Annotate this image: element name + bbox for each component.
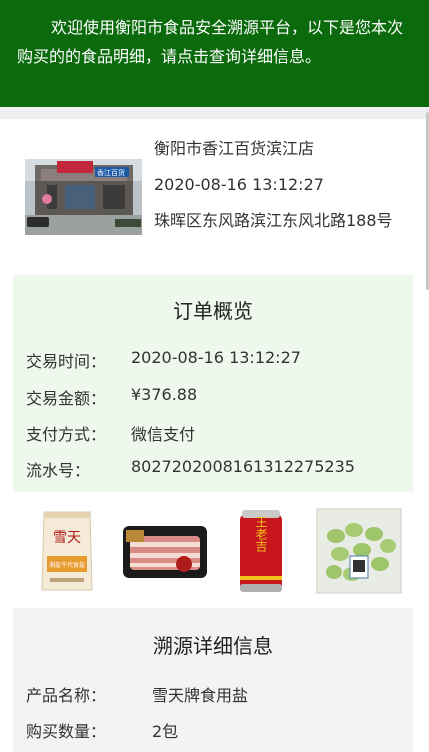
can-label: 王老吉 [254, 516, 268, 553]
welcome-text: 欢迎使用衡阳市食品安全溯源平台，以下是您本次购买的的食品明细，请点击查询详细信息… [17, 18, 404, 66]
order-payment-value: 微信支付 [131, 425, 196, 444]
welcome-banner: 欢迎使用衡阳市食品安全溯源平台，以下是您本次购买的的食品明细，请点击查询详细信息… [0, 0, 429, 107]
store-address: 珠晖区东风路滨江东风北路188号 [154, 211, 393, 230]
product-thumb-wanglaoji[interactable]: 王老吉 [238, 508, 284, 594]
order-amount-label: 交易金额： [26, 389, 107, 408]
can-icon: 王老吉 [240, 510, 282, 592]
edamame-pack-icon [316, 508, 402, 594]
order-serial-label: 流水号： [26, 461, 91, 480]
order-amount-value: ¥376.88 [131, 385, 198, 404]
product-thumbnails: 雪天 湘盐牛代食盐 王老吉 [0, 500, 429, 602]
store-sign-text: 香江百货 [97, 168, 125, 177]
store-name: 衡阳市香江百货滨江店 [154, 139, 315, 158]
store-photo: 香江百货 [25, 159, 142, 235]
order-serial-value: 8027202008161312275235 [131, 457, 355, 476]
trace-quantity-label: 购买数量： [26, 722, 107, 741]
product-thumb-salt[interactable]: 雪天 湘盐牛代食盐 [40, 508, 94, 594]
product-thumb-edamame[interactable] [316, 508, 402, 594]
order-payment-label: 支付方式： [26, 425, 107, 444]
salt-bag-sub: 湘盐牛代食盐 [49, 561, 85, 569]
trace-product-label: 产品名称： [26, 686, 107, 705]
order-time-value: 2020-08-16 13:12:27 [131, 348, 301, 367]
trace-quantity-value: 2包 [152, 722, 179, 741]
order-overview-panel: 订单概览 交易时间： 2020-08-16 13:12:27 交易金额： ¥37… [13, 275, 413, 492]
trace-detail-title: 溯源详细信息 [153, 634, 273, 658]
trace-detail-panel: 溯源详细信息 产品名称： 雪天牌食用盐 购买数量： 2包 [13, 608, 413, 752]
store-datetime: 2020-08-16 13:12:27 [154, 175, 324, 194]
salt-bag-brand: 雪天 [53, 530, 81, 546]
order-time-label: 交易时间： [26, 352, 107, 371]
store-photo-image: 香江百货 [25, 159, 142, 235]
salt-bag-icon: 雪天 湘盐牛代食盐 [41, 511, 93, 591]
store-info: 香江百货 衡阳市香江百货滨江店 2020-08-16 13:12:27 珠晖区东… [0, 119, 429, 269]
product-thumb-pork[interactable] [122, 522, 208, 582]
trace-product-value: 雪天牌食用盐 [152, 686, 249, 705]
banner-divider [0, 107, 429, 119]
order-overview-title: 订单概览 [173, 299, 253, 323]
pork-tray-icon [123, 526, 207, 578]
